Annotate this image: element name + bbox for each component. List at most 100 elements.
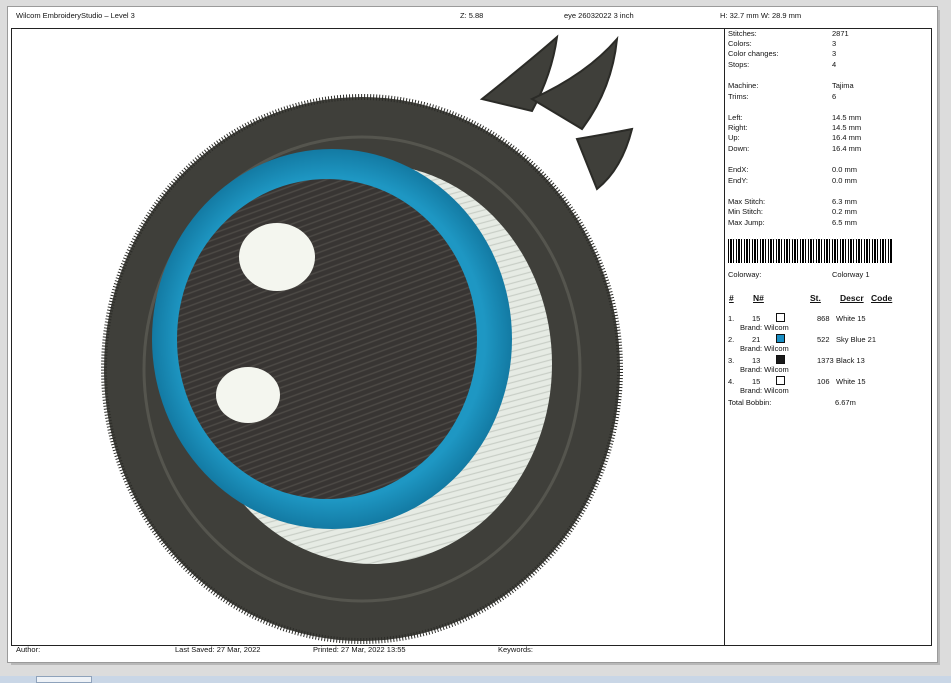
stat-label: Max Stitch: xyxy=(728,197,766,206)
thread-stitches: 1373 xyxy=(817,356,834,365)
stat-row: Max Stitch: 6.3 mm xyxy=(728,197,926,207)
thread-number: 15 xyxy=(752,377,761,386)
design-dimensions: H: 32.7 mm W: 28.9 mm xyxy=(720,11,802,20)
stat-label: Color changes: xyxy=(728,49,779,58)
stat-value: 16.4 mm xyxy=(832,133,862,142)
colorway-row: Colorway: Colorway 1 xyxy=(728,270,926,280)
stat-label: Left: xyxy=(728,113,743,122)
thread-description: Black 13 xyxy=(836,356,865,365)
thread-number: 15 xyxy=(752,314,761,323)
stat-label: Machine: xyxy=(728,81,759,90)
header-stitches: St. xyxy=(810,293,821,303)
footer-last-saved: Last Saved: 27 Mar, 2022 xyxy=(175,645,261,654)
eye-pupil xyxy=(177,179,477,499)
stat-value: 4 xyxy=(832,60,837,69)
thread-description: White 15 xyxy=(836,377,866,386)
stat-value: 16.4 mm xyxy=(832,144,862,153)
footer-author: Author: xyxy=(16,645,41,654)
stat-row: Left: 14.5 mm xyxy=(728,113,926,123)
eyelash-bottom xyxy=(575,127,634,191)
embroidery-design-preview xyxy=(12,29,723,644)
stat-row: Max Jump: 6.5 mm xyxy=(728,218,926,228)
stat-label: Stops: xyxy=(728,60,750,69)
stat-row: EndX: 0.0 mm xyxy=(728,165,926,175)
stat-value: 0.0 mm xyxy=(832,176,858,185)
thread-brand: Brand: Wilcom xyxy=(740,323,789,332)
stat-label: Trims: xyxy=(728,92,749,101)
thread-color-swatch xyxy=(776,376,785,385)
design-barcode xyxy=(728,239,893,263)
footer-printed: Printed: 27 Mar, 2022 13:55 xyxy=(313,645,406,654)
stat-value: 3 xyxy=(832,39,837,48)
stat-value: 0.0 mm xyxy=(832,165,858,174)
thread-number: 21 xyxy=(752,335,761,344)
stat-label: EndX: xyxy=(728,165,749,174)
stat-row: Stops: 4 xyxy=(728,60,926,70)
stat-value: 14.5 mm xyxy=(832,113,862,122)
stat-label: Down: xyxy=(728,144,750,153)
thread-index: 2. xyxy=(728,335,735,344)
stat-row: Up: 16.4 mm xyxy=(728,133,926,143)
thread-brand: Brand: Wilcom xyxy=(740,344,789,353)
stat-value: 3 xyxy=(832,49,837,58)
thread-row: 3. 13 1373 Black 13 Brand: Wilcom xyxy=(728,355,926,378)
thread-color-swatch xyxy=(776,313,785,322)
stat-row: Color changes: 3 xyxy=(728,49,926,59)
stat-row: Right: 14.5 mm xyxy=(728,123,926,133)
stat-row: Stitches: 2871 xyxy=(728,29,926,39)
thread-stitches: 106 xyxy=(817,377,830,386)
eye-highlight-large xyxy=(239,223,315,291)
header-code: Code xyxy=(871,293,893,303)
header-descr: Descr xyxy=(840,293,864,303)
design-name: eye 26032022 3 inch xyxy=(564,11,634,20)
total-bobbin-value: 6.67m xyxy=(835,398,856,407)
stat-value: Tajima xyxy=(832,81,854,90)
frame-divider xyxy=(724,28,725,645)
eye-highlight-small xyxy=(216,367,280,423)
header-number: N# xyxy=(753,293,764,303)
thread-stitches: 522 xyxy=(817,335,830,344)
stat-row: Trims: 6 xyxy=(728,92,926,102)
page-footer: Author: Last Saved: 27 Mar, 2022 Printed… xyxy=(11,645,929,657)
thread-row: 2. 21 522 Sky Blue 21 Brand: Wilcom xyxy=(728,334,926,357)
thread-number: 13 xyxy=(752,356,761,365)
footer-keywords: Keywords: xyxy=(498,645,534,654)
stat-label: EndY: xyxy=(728,176,749,185)
stat-row: EndY: 0.0 mm xyxy=(728,176,926,186)
thread-brand: Brand: Wilcom xyxy=(740,365,789,374)
stat-label: Max Jump: xyxy=(728,218,765,227)
page-header: Wilcom EmbroideryStudio – Level 3 Z: 5.8… xyxy=(10,9,926,25)
taskbar xyxy=(0,676,951,683)
stat-label: Right: xyxy=(728,123,748,132)
eye-embroidery-svg xyxy=(101,34,634,644)
stat-label: Up: xyxy=(728,133,740,142)
stat-value: 6 xyxy=(832,92,837,101)
stat-value: 6.5 mm xyxy=(832,218,858,227)
app-title: Wilcom EmbroideryStudio – Level 3 xyxy=(16,11,135,20)
stat-label: Stitches: xyxy=(728,29,757,38)
thread-color-swatch xyxy=(776,334,785,343)
stat-row: Colors: 3 xyxy=(728,39,926,49)
total-bobbin-row: Total Bobbin: 6.67m xyxy=(728,398,926,408)
thread-index: 4. xyxy=(728,377,735,386)
zoom-readout: Z: 5.88 xyxy=(460,11,484,20)
colorway-label: Colorway: xyxy=(728,270,762,279)
stat-row: Machine: Tajima xyxy=(728,81,926,91)
stat-value: 0.2 mm xyxy=(832,207,858,216)
thread-index: 1. xyxy=(728,314,735,323)
thread-row: 1. 15 868 White 15 Brand: Wilcom xyxy=(728,313,926,336)
total-bobbin-label: Total Bobbin: xyxy=(728,398,772,407)
taskbar-button[interactable] xyxy=(36,676,92,683)
thread-description: White 15 xyxy=(836,314,866,323)
stat-label: Min Stitch: xyxy=(728,207,764,216)
colorway-value: Colorway 1 xyxy=(832,270,870,279)
stat-value: 2871 xyxy=(832,29,849,38)
stat-row: Down: 16.4 mm xyxy=(728,144,926,154)
header-index: # xyxy=(729,293,734,303)
stat-value: 6.3 mm xyxy=(832,197,858,206)
thread-brand: Brand: Wilcom xyxy=(740,386,789,395)
thread-row: 4. 15 106 White 15 Brand: Wilcom xyxy=(728,376,926,399)
stat-row: Min Stitch: 0.2 mm xyxy=(728,207,926,217)
stat-label: Colors: xyxy=(728,39,752,48)
thread-index: 3. xyxy=(728,356,735,365)
